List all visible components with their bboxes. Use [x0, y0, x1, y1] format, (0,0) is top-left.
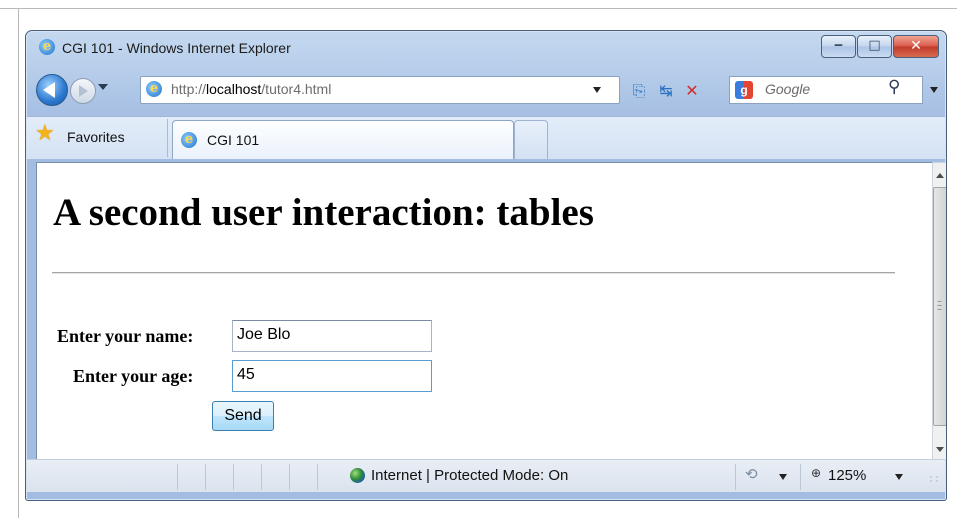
page-content: A second user interaction: tables Enter …	[36, 162, 934, 461]
internet-zone-globe-icon	[350, 468, 365, 483]
security-zone-text[interactable]: Internet | Protected Mode: On	[371, 467, 568, 484]
zoom-level[interactable]: 125%	[828, 467, 866, 484]
minimize-button[interactable]: ‒	[821, 35, 856, 58]
status-separator	[177, 464, 178, 490]
close-button[interactable]: ✕	[893, 35, 939, 58]
window-title: CGI 101 - Windows Internet Explorer	[62, 40, 291, 56]
status-separator	[261, 464, 262, 490]
address-bar[interactable]: e http://localhost/tutor4.html	[140, 76, 620, 104]
refresh-icon[interactable]: ↹	[656, 81, 676, 101]
search-options-dropdown-icon[interactable]	[930, 87, 938, 93]
name-field[interactable]	[232, 320, 432, 352]
favorites-star-icon[interactable]: ★	[35, 121, 55, 146]
status-separator	[205, 464, 206, 490]
url-prefix: http://	[171, 81, 207, 97]
compatibility-view-icon[interactable]: ⎘	[629, 81, 649, 101]
favorites-separator	[167, 119, 168, 157]
tab-cgi-101[interactable]: e CGI 101	[172, 120, 514, 159]
search-placeholder: Google	[765, 81, 811, 97]
tab-label: CGI 101	[207, 132, 260, 148]
add-on-icon[interactable]: ⟲	[745, 465, 758, 483]
zoom-dropdown-icon[interactable]	[895, 474, 903, 480]
scroll-down-icon[interactable]	[936, 447, 944, 452]
stop-icon[interactable]: ✕	[682, 81, 702, 101]
search-icon[interactable]: ⚲	[888, 77, 900, 97]
status-separator	[800, 464, 801, 490]
vertical-scrollbar[interactable]: – – –	[932, 162, 946, 461]
browser-window: e CGI 101 - Windows Internet Explorer ‒ …	[25, 30, 947, 501]
google-logo-icon: g	[735, 81, 753, 99]
status-bar: Internet | Protected Mode: On ⟲ ⊕ 125% ⠠…	[27, 459, 945, 492]
maximize-button[interactable]: □	[857, 35, 892, 58]
minimize-icon: ‒	[833, 38, 844, 53]
forward-button[interactable]	[70, 78, 96, 104]
url-host: localhost	[206, 81, 262, 97]
favorites-button[interactable]: Favorites	[67, 129, 125, 145]
address-text[interactable]: http://localhost/tutor4.html	[171, 81, 331, 97]
add-on-dropdown-icon[interactable]	[779, 474, 787, 480]
maximize-icon: □	[868, 38, 881, 53]
send-button[interactable]: Send	[212, 401, 274, 431]
back-button[interactable]	[36, 74, 68, 106]
resize-grip-icon[interactable]: ⠠⠠ ⠠⠠	[927, 472, 939, 484]
close-icon: ✕	[910, 38, 922, 54]
recent-pages-dropdown-icon[interactable]	[98, 84, 108, 90]
favorites-bar: ★ Favorites e CGI 101	[27, 116, 945, 159]
address-dropdown-icon[interactable]	[593, 87, 601, 93]
scroll-thumb[interactable]: – – –	[933, 187, 946, 426]
search-box[interactable]: g Google ⚲	[729, 76, 923, 104]
outer-frame-top	[0, 8, 957, 9]
title-bar: e CGI 101 - Windows Internet Explorer ‒ …	[26, 31, 946, 63]
status-separator	[735, 464, 736, 490]
url-path: /tutor4.html	[261, 81, 332, 97]
ie-logo-icon: e	[39, 39, 55, 55]
page-heading: A second user interaction: tables	[53, 191, 594, 234]
tab-ie-icon: e	[181, 132, 197, 148]
scroll-up-icon[interactable]	[936, 173, 944, 178]
outer-frame-left	[18, 8, 19, 518]
name-label: Enter your name:	[57, 326, 194, 346]
name-input[interactable]	[233, 321, 431, 349]
age-input[interactable]	[233, 361, 431, 389]
age-label: Enter your age:	[73, 366, 194, 386]
scroll-grip-icon: – – –	[937, 296, 942, 315]
horizontal-rule	[52, 272, 895, 274]
age-field[interactable]	[232, 360, 432, 392]
status-separator	[317, 464, 318, 490]
new-tab-button[interactable]	[514, 120, 548, 159]
page-icon: e	[146, 81, 162, 97]
zoom-magnifier-icon[interactable]: ⊕	[811, 466, 821, 480]
status-separator	[233, 464, 234, 490]
status-separator	[289, 464, 290, 490]
